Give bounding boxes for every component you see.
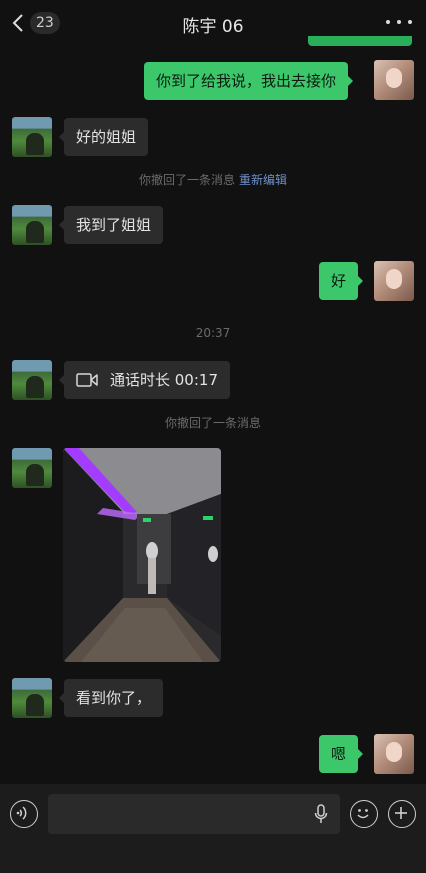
contact-avatar[interactable] <box>12 360 52 400</box>
voice-icon <box>17 806 27 820</box>
re-edit-link[interactable]: 重新编辑 <box>239 173 287 187</box>
message-bubble-incoming[interactable]: 好的姐姐 <box>58 118 149 156</box>
contact-avatar[interactable] <box>12 117 52 157</box>
recall-notice: 你撤回了一条消息 <box>164 416 261 430</box>
message-bubble-incoming[interactable]: 我到了姐姐 <box>58 206 164 244</box>
contact-avatar[interactable] <box>12 678 52 718</box>
my-avatar[interactable] <box>374 734 414 774</box>
hallway-photo <box>63 448 221 662</box>
more-dots-icon <box>386 20 390 24</box>
message-bubble-outgoing[interactable]: 好 <box>319 262 364 300</box>
message-bubble-incoming[interactable]: 看到你了， <box>58 679 164 717</box>
chat-title: 陈宇 06 <box>182 17 244 37</box>
plus-button[interactable] <box>388 800 416 828</box>
emoji-icon <box>357 809 369 819</box>
photo-message[interactable] <box>63 448 221 662</box>
emoji-button[interactable] <box>350 800 378 828</box>
message-composer <box>0 784 426 873</box>
recall-notice-text: 你撤回了一条消息 <box>138 173 235 187</box>
message-bubble-outgoing[interactable]: 嗯 <box>319 735 364 773</box>
timestamp: 20:37 <box>195 326 231 340</box>
video-call-record[interactable]: 通话时长 00:17 <box>59 361 230 399</box>
previous-message-bubble <box>308 36 412 46</box>
voice-button[interactable] <box>10 800 38 828</box>
my-avatar[interactable] <box>374 261 414 301</box>
video-camera-icon <box>76 373 98 387</box>
more-button[interactable] <box>386 12 412 32</box>
message-bubble-outgoing[interactable]: 你到了给我说，我出去接你 <box>144 62 354 100</box>
message-input[interactable] <box>48 794 340 834</box>
call-duration: 通话时长 00:17 <box>110 371 218 389</box>
contact-avatar[interactable] <box>12 448 52 488</box>
recall-notice: 你撤回了一条消息 重新编辑 <box>0 171 426 188</box>
microphone-icon[interactable] <box>314 804 328 824</box>
my-avatar[interactable] <box>374 60 414 100</box>
plus-icon <box>395 807 408 820</box>
contact-avatar[interactable] <box>12 205 52 245</box>
